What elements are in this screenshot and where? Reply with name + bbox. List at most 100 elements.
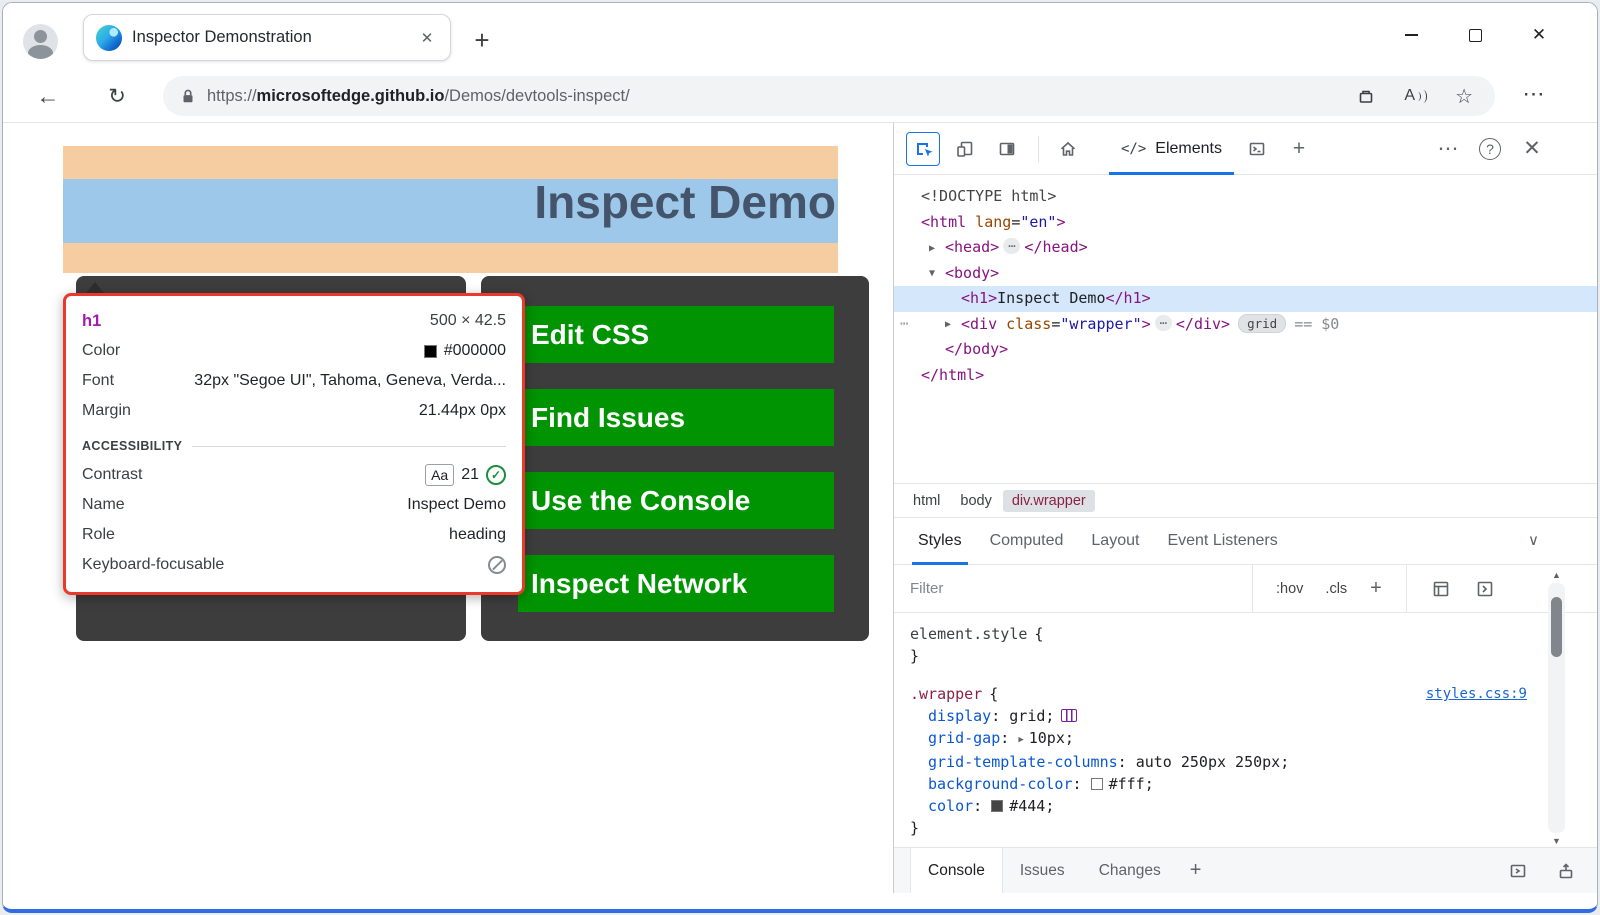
profile-avatar[interactable] <box>23 24 58 59</box>
wrapper-rule-close: } <box>910 817 1527 839</box>
computed-styles-sidebar-icon[interactable] <box>1427 575 1455 603</box>
tree-collapsed-icon[interactable]: ▶ <box>945 312 961 338</box>
expand-shorthand-icon[interactable]: ▶ <box>1018 735 1023 745</box>
dom-token-plain: = <box>1011 213 1020 231</box>
dom-token-ellipsis[interactable]: ⋯ <box>1003 238 1020 254</box>
dom-node-line[interactable]: ▶<head>⋯</head> <box>894 235 1597 261</box>
drawer-tab-console[interactable]: Console <box>910 848 1003 893</box>
name-value: Inspect Demo <box>407 496 506 514</box>
add-tab-icon[interactable]: + <box>1282 132 1316 166</box>
minimize-button[interactable] <box>1379 13 1443 57</box>
dock-side-icon[interactable] <box>990 132 1024 166</box>
tab-elements[interactable]: </> Elements <box>1103 123 1240 175</box>
dom-node-line[interactable]: ⋯▶<div class="wrapper">⋯</div>grid== $0 <box>894 312 1597 338</box>
pseudo-hover-toggle[interactable]: :hov <box>1276 581 1303 597</box>
dom-token-badge[interactable]: grid <box>1238 314 1286 333</box>
devtools-close-icon[interactable]: ✕ <box>1515 132 1549 166</box>
element-style-selector: element.style <box>910 625 1027 643</box>
tab-computed[interactable]: Computed <box>976 518 1078 564</box>
drawer-add-tab-icon[interactable]: + <box>1190 859 1202 882</box>
node-menu-dots-icon[interactable]: ⋯ <box>900 312 908 338</box>
demo-button[interactable]: Use the Console <box>518 472 834 529</box>
browser-tab[interactable]: Inspector Demonstration ✕ <box>83 14 451 61</box>
tooltip-element-tag: h1 <box>82 312 101 331</box>
tab-layout[interactable]: Layout <box>1077 518 1153 564</box>
wrapper-rule-header[interactable]: .wrapper{ styles.css:9 <box>910 683 1527 705</box>
stylesheet-link[interactable]: styles.css:9 <box>1426 683 1527 705</box>
styles-scrollbar[interactable]: ▲ ▼ <box>1548 567 1565 849</box>
reload-button[interactable]: ↻ <box>97 76 137 116</box>
css-property[interactable]: grid-template-columns: auto 250px 250px; <box>910 751 1527 773</box>
inspect-element-icon[interactable] <box>906 132 940 166</box>
breadcrumb-item[interactable]: body <box>951 490 1000 512</box>
url-host: microsoftedge.github.io <box>257 87 445 105</box>
dom-token-tag: <body> <box>945 264 999 282</box>
device-emulation-icon[interactable] <box>948 132 982 166</box>
dom-node-line[interactable]: <h1>Inspect Demo</h1> <box>894 286 1597 312</box>
css-property[interactable]: display: grid; <box>910 705 1527 727</box>
scrollbar-thumb[interactable] <box>1551 597 1562 657</box>
grid-editor-icon[interactable] <box>1061 709 1077 722</box>
url-bar[interactable]: https://microsoftedge.github.io/Demos/de… <box>163 76 1495 116</box>
dom-node-line[interactable]: </body> <box>894 337 1597 363</box>
demo-button[interactable]: Edit CSS <box>518 306 834 363</box>
tooltip-contrast-row: Contrast Aa 21 ✓ <box>82 460 506 490</box>
devtools-menu-icon[interactable]: ⋯ <box>1431 132 1465 166</box>
dom-token-text: Inspect Demo <box>997 289 1105 307</box>
demo-button[interactable]: Inspect Network <box>518 555 834 612</box>
color-swatch[interactable] <box>991 800 1003 812</box>
expand-drawer-icon[interactable] <box>1551 856 1581 886</box>
favorites-star-icon[interactable]: ☆ <box>1455 84 1473 109</box>
browser-menu-icon[interactable]: ⋯ <box>1517 81 1551 107</box>
demo-button-list: Edit CSS Find Issues Use the Console Inspec… <box>481 306 869 612</box>
css-property[interactable]: background-color: #fff; <box>910 773 1527 795</box>
scrollbar-track[interactable] <box>1548 583 1565 833</box>
dom-node-line[interactable]: </html> <box>894 363 1597 389</box>
welcome-home-icon[interactable] <box>1051 132 1085 166</box>
tab-event-listeners[interactable]: Event Listeners <box>1153 518 1291 564</box>
read-aloud-icon[interactable]: A <box>1404 87 1427 105</box>
tree-collapsed-icon[interactable]: ▶ <box>929 236 945 262</box>
console-drawer-icon[interactable] <box>1240 132 1274 166</box>
color-swatch[interactable] <box>1091 778 1103 790</box>
chevron-down-icon[interactable]: ∨ <box>1528 531 1539 549</box>
demo-button[interactable]: Find Issues <box>518 389 834 446</box>
collections-icon[interactable] <box>1356 86 1376 106</box>
breadcrumb-item[interactable]: html <box>904 490 949 512</box>
dom-token-meta: == $0 <box>1294 315 1339 333</box>
drawer-tab-changes[interactable]: Changes <box>1082 848 1178 893</box>
dom-token-ellipsis[interactable]: ⋯ <box>1155 315 1172 331</box>
new-tab-button[interactable]: + <box>467 25 497 55</box>
dom-token-tag: > <box>1056 213 1065 231</box>
class-toggle[interactable]: .cls <box>1325 581 1347 597</box>
dom-token-tag: </head> <box>1024 238 1087 256</box>
css-property-name: grid-gap <box>928 729 1000 747</box>
role-value: heading <box>449 526 506 544</box>
back-button[interactable]: ← <box>28 76 68 116</box>
css-property[interactable]: color: #444; <box>910 795 1527 817</box>
tree-expanded-icon[interactable]: ▼ <box>929 261 945 287</box>
help-icon[interactable]: ? <box>1473 132 1507 166</box>
styles-filter-row: :hov .cls + <box>894 565 1597 613</box>
styles-pane: element.style{ } .wrapper{ styles.css:9 … <box>894 613 1597 847</box>
styles-filter-input[interactable] <box>910 574 1240 604</box>
contrast-value: 21 <box>461 466 479 484</box>
new-style-rule-icon[interactable]: + <box>1370 577 1382 600</box>
scroll-up-icon[interactable]: ▲ <box>1548 567 1565 583</box>
window-close-button[interactable]: ✕ <box>1507 13 1571 57</box>
scroll-down-icon[interactable]: ▼ <box>1548 833 1565 849</box>
dom-node-line[interactable]: ▼<body> <box>894 261 1597 287</box>
element-style-rule[interactable]: element.style{ <box>910 623 1527 645</box>
dom-node-line[interactable]: <!DOCTYPE html> <box>894 184 1597 210</box>
css-property[interactable]: grid-gap: ▶10px; <box>910 727 1527 751</box>
contrast-pass-icon: ✓ <box>486 465 506 485</box>
breadcrumb-item[interactable]: div.wrapper <box>1003 490 1095 512</box>
maximize-button[interactable] <box>1443 13 1507 57</box>
tab-close-icon[interactable]: ✕ <box>416 27 438 49</box>
drawer-sidebar-icon[interactable] <box>1503 856 1533 886</box>
dom-node-line[interactable]: <html lang="en"> <box>894 210 1597 236</box>
drawer-tab-issues[interactable]: Issues <box>1003 848 1082 893</box>
color-label: Color <box>82 342 120 360</box>
tab-styles[interactable]: Styles <box>904 518 976 564</box>
open-styles-panel-icon[interactable] <box>1471 575 1499 603</box>
